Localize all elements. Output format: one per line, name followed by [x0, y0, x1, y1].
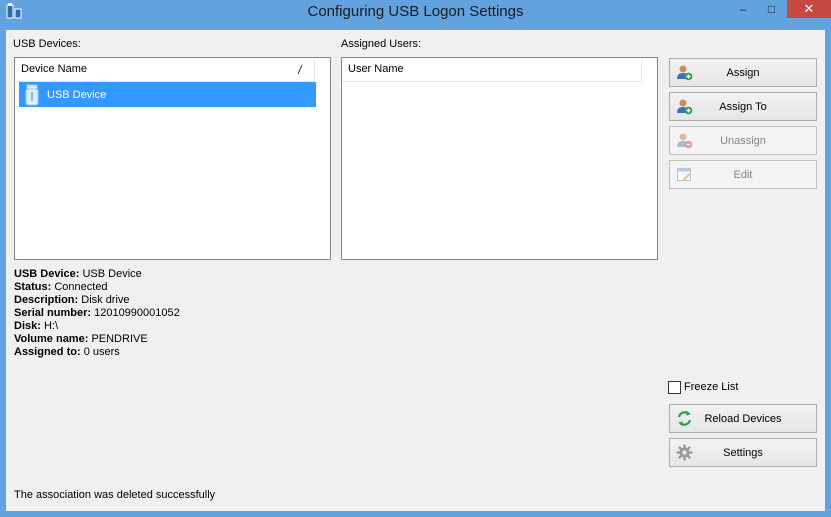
- detail-row: USB Device: USB Device: [14, 268, 180, 281]
- column-separator[interactable]: [641, 60, 642, 80]
- edit-icon: [677, 168, 691, 181]
- remove-user-icon: [677, 133, 693, 149]
- detail-value: Connected: [54, 281, 108, 293]
- close-button[interactable]: ✕: [787, 0, 831, 18]
- assign-button[interactable]: Assign: [669, 58, 817, 87]
- usb-devices-list[interactable]: Device Name USB Device: [14, 57, 331, 260]
- detail-key: Serial number:: [14, 307, 92, 319]
- detail-value: 12010990001052: [94, 307, 180, 319]
- detail-row: Status: Connected: [14, 281, 180, 294]
- detail-key: Assigned to:: [14, 346, 81, 358]
- assigned-users-list[interactable]: User Name: [341, 57, 658, 260]
- column-header-device-name-label: Device Name: [21, 63, 88, 75]
- column-header-device-name[interactable]: Device Name: [15, 58, 315, 82]
- column-header-user-name-label: User Name: [348, 63, 404, 75]
- add-user-icon: [677, 65, 693, 81]
- main-window: Configuring USB Logon Settings – □ ✕ USB…: [0, 0, 831, 517]
- assign-to-button[interactable]: Assign To: [669, 92, 817, 121]
- usb-drive-icon: [25, 84, 39, 106]
- device-details: USB Device: USB Device Status: Connected…: [14, 268, 180, 359]
- settings-button-label: Settings: [723, 446, 763, 459]
- list-item-label: USB Device: [47, 89, 107, 101]
- column-header-user-name[interactable]: User Name: [342, 58, 642, 82]
- reload-devices-button[interactable]: Reload Devices: [669, 404, 817, 433]
- add-user-icon: [677, 99, 693, 115]
- maximize-button[interactable]: □: [758, 0, 785, 18]
- assign-button-label: Assign: [726, 66, 760, 79]
- usb-devices-label: USB Devices:: [13, 38, 81, 50]
- detail-value: H:\: [43, 320, 59, 332]
- edit-button[interactable]: Edit: [669, 160, 817, 189]
- detail-key: Description:: [14, 294, 79, 306]
- window-title: Configuring USB Logon Settings: [307, 3, 524, 20]
- detail-value: 0 users: [83, 346, 120, 358]
- list-item-usb-device[interactable]: USB Device: [19, 82, 316, 107]
- freeze-list-checkbox[interactable]: [668, 381, 681, 394]
- detail-key: Disk:: [14, 320, 41, 332]
- detail-row: Serial number: 12010990001052: [14, 307, 180, 320]
- detail-key: USB Device:: [14, 268, 80, 280]
- unassign-button-label: Unassign: [720, 134, 766, 147]
- refresh-icon: [677, 411, 692, 426]
- detail-row: Disk: H:\: [14, 320, 180, 333]
- dialog-client-area: USB Devices: Assigned Users: Device Name…: [6, 30, 825, 511]
- detail-row: Description: Disk drive: [14, 294, 180, 307]
- freeze-list-label[interactable]: Freeze List: [684, 381, 738, 393]
- column-separator[interactable]: [314, 60, 315, 80]
- detail-value: PENDRIVE: [91, 333, 148, 345]
- gear-icon: [676, 444, 693, 461]
- settings-button[interactable]: Settings: [669, 438, 817, 467]
- minimize-button[interactable]: –: [729, 0, 757, 18]
- detail-row: Volume name: PENDRIVE: [14, 333, 180, 346]
- detail-value: USB Device: [82, 268, 142, 280]
- detail-value: Disk drive: [81, 294, 130, 306]
- detail-key: Volume name:: [14, 333, 89, 345]
- assign-to-button-label: Assign To: [719, 100, 767, 113]
- reload-devices-button-label: Reload Devices: [704, 412, 782, 425]
- unassign-button[interactable]: Unassign: [669, 126, 817, 155]
- title-bar[interactable]: Configuring USB Logon Settings – □ ✕: [0, 0, 831, 24]
- detail-key: Status:: [14, 281, 52, 293]
- edit-button-label: Edit: [733, 168, 753, 181]
- assigned-users-label: Assigned Users:: [341, 38, 422, 50]
- sort-indicator-icon: [297, 64, 303, 75]
- status-message: The association was deleted successfully: [14, 489, 216, 501]
- detail-row: Assigned to: 0 users: [14, 346, 180, 359]
